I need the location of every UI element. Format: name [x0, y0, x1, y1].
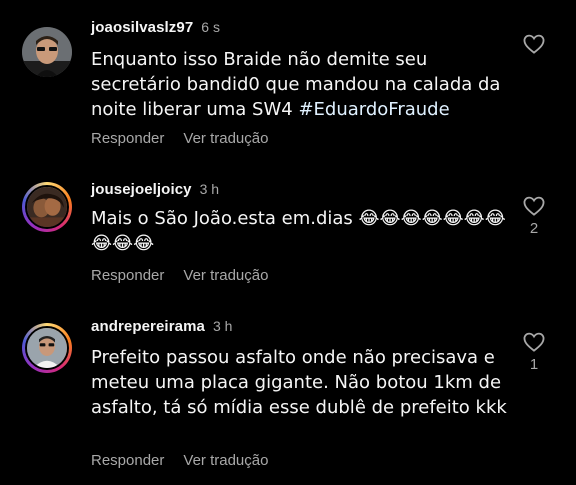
comment-header: jousejoeljoicy 3 h	[91, 181, 219, 199]
heart-icon	[523, 332, 545, 352]
like-button[interactable]: 2	[521, 196, 547, 237]
like-count: 1	[529, 356, 539, 373]
timestamp: 3 h	[199, 181, 220, 197]
see-translation-button[interactable]: Ver tradução	[183, 452, 268, 469]
timestamp: 6 s	[201, 19, 220, 35]
user-avatar-icon	[22, 27, 72, 77]
avatar[interactable]	[22, 182, 72, 232]
comment-header: andrepereirama 3 h	[91, 318, 232, 336]
avatar[interactable]	[22, 27, 72, 77]
like-button[interactable]: 1	[521, 332, 547, 373]
reply-button[interactable]: Responder	[91, 452, 164, 469]
avatar[interactable]	[22, 323, 72, 373]
comment-actions: Responder Ver tradução	[91, 130, 287, 147]
username[interactable]: joaosilvaslz97	[91, 19, 193, 36]
like-count: 2	[529, 220, 539, 237]
user-avatar-icon	[27, 328, 67, 368]
heart-icon	[523, 34, 545, 54]
comment-actions: Responder Ver tradução	[91, 267, 287, 284]
comment-text: Prefeito passou asfalto onde não precisa…	[91, 345, 511, 420]
like-button[interactable]	[521, 34, 547, 54]
avatar-image	[25, 326, 69, 370]
avatar-image	[25, 185, 69, 229]
comment-body: Prefeito passou asfalto onde não precisa…	[91, 347, 507, 418]
username[interactable]: jousejoeljoicy	[91, 181, 192, 198]
see-translation-button[interactable]: Ver tradução	[183, 267, 268, 284]
timestamp: 3 h	[212, 318, 233, 334]
heart-icon	[523, 196, 545, 216]
see-translation-button[interactable]: Ver tradução	[183, 130, 268, 147]
comment-actions: Responder Ver tradução	[91, 452, 287, 469]
comment-text: Mais o São João.esta em.dias 😂😂😂😂😂😂😂😂😂😂	[91, 206, 511, 256]
hashtag-link[interactable]: #EduardoFraude	[298, 99, 449, 120]
comment-header: joaosilvaslz97 6 s	[91, 19, 220, 37]
reply-button[interactable]: Responder	[91, 130, 164, 147]
reply-button[interactable]: Responder	[91, 267, 164, 284]
comment-body: Mais o São João.esta em.dias 😂😂😂😂😂😂😂😂😂😂	[91, 208, 506, 254]
username[interactable]: andrepereirama	[91, 318, 205, 335]
user-avatar-icon	[27, 187, 67, 227]
comment-text: Enquanto isso Braide não demite seu secr…	[91, 47, 511, 122]
